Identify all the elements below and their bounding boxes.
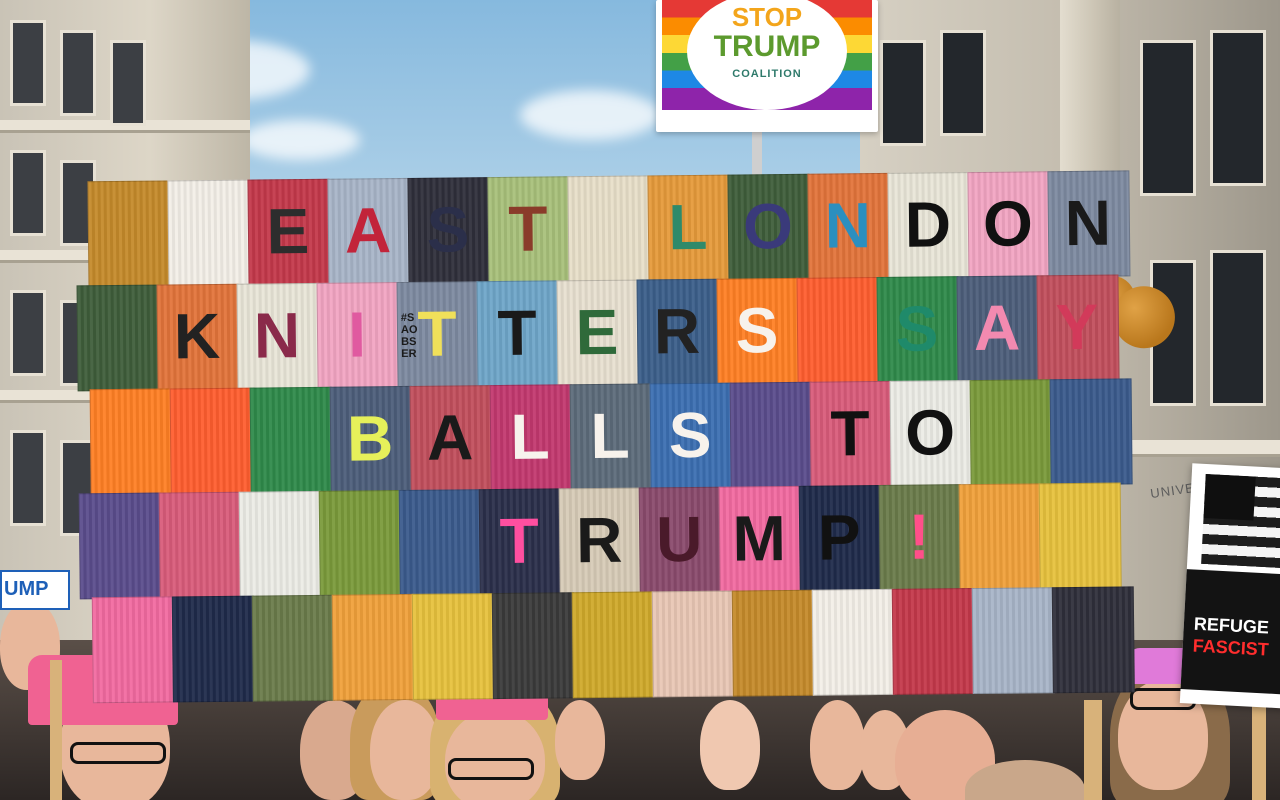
sign-line-3: COALITION xyxy=(732,68,802,80)
knit-square xyxy=(796,277,880,384)
knit-square xyxy=(971,587,1055,695)
knit-square xyxy=(651,590,735,698)
knit-square xyxy=(1051,586,1135,694)
window xyxy=(110,40,146,126)
knitted-letter: S xyxy=(735,294,779,367)
knitted-letter: L xyxy=(668,190,708,264)
flag-canton xyxy=(1203,474,1256,521)
window xyxy=(940,30,986,136)
knit-square xyxy=(891,588,975,695)
knit-square xyxy=(158,491,242,599)
knitted-letter: T xyxy=(497,296,537,370)
knitted-letter: S xyxy=(426,193,470,266)
knitted-letter: A xyxy=(344,194,392,267)
knitted-letter: S xyxy=(895,292,939,365)
knitted-letter: L xyxy=(510,400,551,473)
knit-square xyxy=(238,490,322,598)
knitted-letter: L xyxy=(590,399,631,473)
knitted-letter: N xyxy=(253,299,301,372)
sunglasses xyxy=(70,742,166,764)
knitted-letter: P xyxy=(817,501,861,574)
stop-trump-sign: STOP TRUMP COALITION xyxy=(656,0,878,132)
knit-square xyxy=(249,386,333,494)
knitted-letter: S xyxy=(668,398,712,472)
knitted-letter: A xyxy=(426,401,474,474)
glasses xyxy=(448,758,534,780)
knitted-letter: U xyxy=(655,502,703,576)
knit-square xyxy=(87,180,171,288)
knit-square xyxy=(969,379,1053,487)
knitted-letter: T xyxy=(508,192,548,265)
knit-square xyxy=(729,381,813,489)
knit-square xyxy=(251,594,335,702)
knit-square xyxy=(89,388,173,496)
knitted-letter: O xyxy=(904,396,956,469)
protest-scene: UNIVERSITY STOP TRUMP COALITION xyxy=(0,0,1280,800)
knitted-letter: Y xyxy=(1055,290,1099,364)
knitted-letter: E xyxy=(575,295,619,369)
knit-square xyxy=(78,492,162,600)
knit-square xyxy=(398,489,482,597)
knitted-letter: N xyxy=(824,189,872,262)
refugee-placard: REFUGE FASCIST xyxy=(1179,463,1280,709)
window xyxy=(60,30,96,116)
window xyxy=(880,40,926,146)
knit-square xyxy=(76,284,160,392)
knitted-letter: R xyxy=(653,294,701,368)
sign-line-2: TRUMP xyxy=(713,30,821,63)
knitted-letter: K xyxy=(173,299,221,373)
knitted-letter: T xyxy=(499,504,540,578)
knit-square xyxy=(491,592,575,700)
knit-square xyxy=(171,595,255,703)
knit-square xyxy=(91,596,175,704)
knitted-letter: I xyxy=(347,298,367,371)
knit-square xyxy=(331,593,415,701)
raised-hand xyxy=(700,700,760,790)
window xyxy=(1140,40,1196,196)
sign-line-1: STOP xyxy=(731,2,803,32)
knitted-letter: B xyxy=(346,402,394,475)
knit-square xyxy=(318,490,402,597)
knitted-letter: O xyxy=(982,187,1034,260)
window xyxy=(10,290,46,376)
knitted-letter: R xyxy=(575,503,623,577)
knit-square xyxy=(567,175,651,283)
knitted-letter: M xyxy=(732,502,787,575)
knitted-letter: E xyxy=(266,194,310,268)
person-head xyxy=(445,710,545,800)
knit-square xyxy=(571,591,655,699)
knitted-letter: A xyxy=(973,291,1021,365)
window xyxy=(1210,30,1266,186)
side-hashtag: #SAO BSER xyxy=(400,311,418,361)
knit-square xyxy=(731,589,815,697)
person-head xyxy=(810,700,865,790)
window xyxy=(10,150,46,236)
knit-square xyxy=(411,593,495,700)
banner-stick xyxy=(1084,700,1102,800)
pom-pom xyxy=(1112,285,1176,349)
knit-square xyxy=(167,179,251,287)
knit-square xyxy=(811,588,895,696)
person-head xyxy=(555,700,605,780)
window xyxy=(10,20,46,106)
knitted-letter: N xyxy=(1064,186,1112,260)
knitted-letter: D xyxy=(904,188,952,261)
knit-square xyxy=(958,483,1042,591)
knit-square xyxy=(169,387,253,495)
flag-graphic xyxy=(1201,474,1280,569)
cloud xyxy=(520,90,660,140)
knit-square xyxy=(1038,482,1122,590)
left-sign-text: UMP xyxy=(4,578,49,600)
window xyxy=(1210,250,1266,406)
knitted-letter: O xyxy=(742,189,794,263)
window xyxy=(10,430,46,526)
knit-square xyxy=(1049,378,1133,486)
knitted-letter: T xyxy=(830,397,871,470)
knitted-letter: ! xyxy=(908,500,931,573)
placard-stick xyxy=(1252,700,1266,800)
knitted-banner: E A S T L O N D O N K N I T T E R S S A Y B A L L S T O T R U M P! #SAO B… xyxy=(47,134,1176,715)
